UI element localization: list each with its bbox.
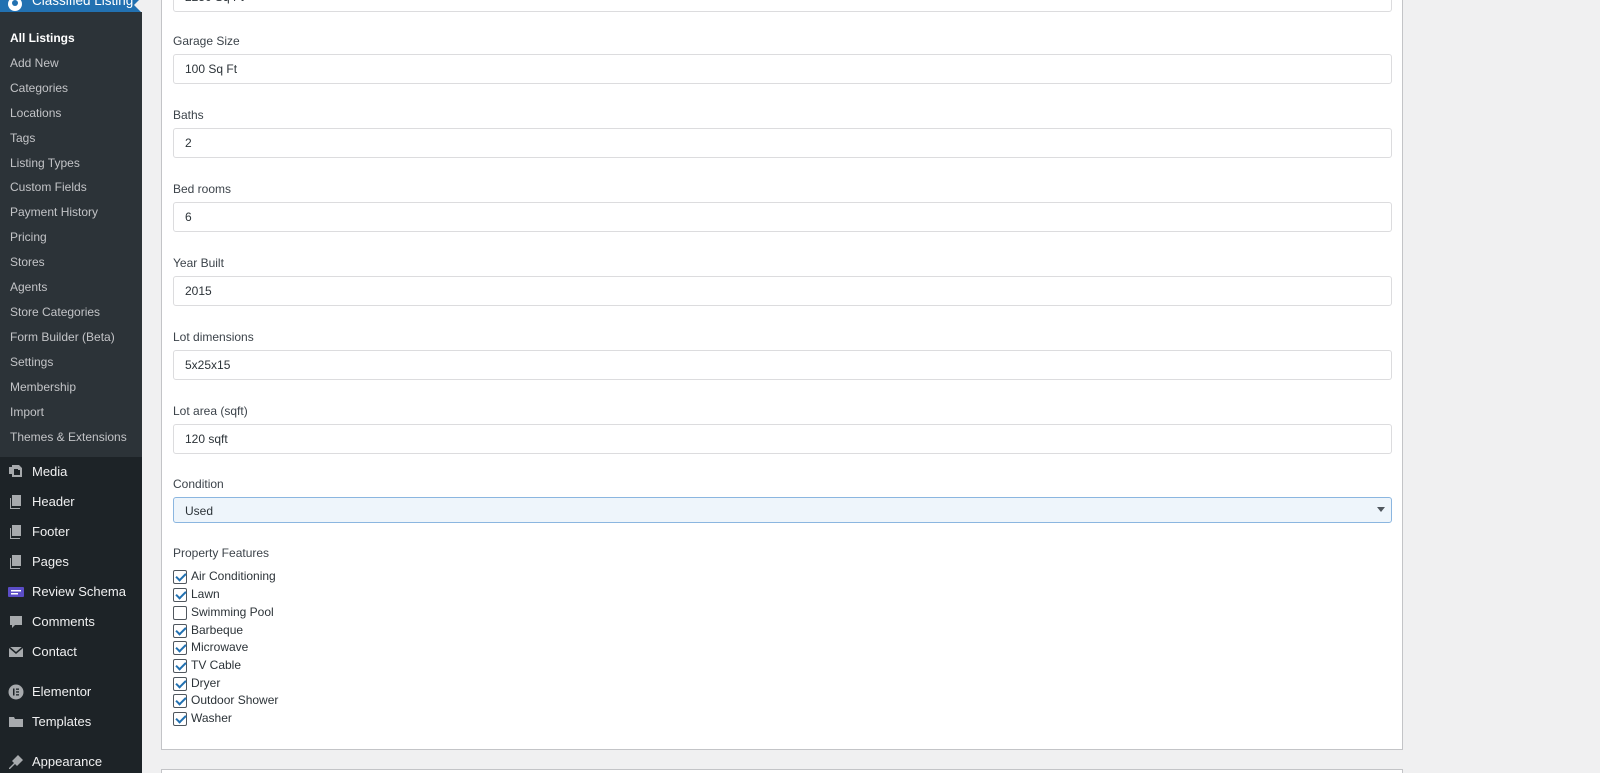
submenu-item-all-listings[interactable]: All Listings <box>10 31 75 45</box>
submenu-item-listing-types[interactable]: Listing Types <box>10 156 80 170</box>
submenu-item-pricing[interactable]: Pricing <box>10 230 47 244</box>
feature-label: Microwave <box>191 640 249 654</box>
admin-sidebar: Classified Listing All Listings Add New … <box>0 0 142 773</box>
checkbox[interactable] <box>173 588 187 602</box>
pages-icon <box>10 495 21 509</box>
checkbox[interactable] <box>173 659 187 673</box>
menu-item-label: Comments <box>32 614 95 629</box>
submenu-item-custom-fields[interactable]: Custom Fields <box>10 180 87 194</box>
submenu-item-membership[interactable]: Membership <box>10 380 76 394</box>
bed-rooms-input[interactable] <box>173 202 1392 232</box>
bed-rooms-label: Bed rooms <box>173 182 232 196</box>
mail-icon <box>8 646 24 657</box>
checkbox[interactable] <box>173 624 187 638</box>
submenu-item-store-categories[interactable]: Store Categories <box>10 305 100 319</box>
baths-label: Baths <box>173 108 204 122</box>
menu-item-review-schema[interactable]: Review Schema <box>0 579 142 605</box>
baths-input[interactable] <box>173 128 1392 158</box>
menu-item-label: Classified Listing <box>32 0 134 8</box>
media-icon <box>9 465 22 477</box>
location-pin-icon <box>8 0 22 11</box>
feature-label: Barbeque <box>191 623 244 637</box>
menu-item-label: Media <box>32 464 68 479</box>
menu-item-pages[interactable]: Pages <box>0 549 142 575</box>
feature-label: Washer <box>191 711 232 725</box>
year-built-label: Year Built <box>173 256 224 270</box>
pages-icon <box>10 555 21 569</box>
menu-item-templates[interactable]: Templates <box>0 709 142 735</box>
condition-selected-value: Used <box>185 504 214 518</box>
submenu-item-tags[interactable]: Tags <box>10 131 35 145</box>
garage-size-input[interactable] <box>173 54 1392 84</box>
menu-item-elementor[interactable]: Elementor <box>0 679 142 705</box>
checkbox[interactable] <box>173 641 187 655</box>
menu-item-label: Appearance <box>32 754 103 769</box>
checkbox[interactable] <box>173 606 187 620</box>
elementor-icon <box>8 684 24 700</box>
submenu: All Listings Add New Categories Location… <box>0 12 142 457</box>
lot-area-input[interactable] <box>173 424 1392 454</box>
submenu-item-import[interactable]: Import <box>10 405 44 419</box>
next-meta-box <box>161 769 1403 773</box>
menu-item-label: Footer <box>32 524 70 539</box>
feature-label: Air Conditioning <box>191 569 276 583</box>
chevron-down-icon <box>1377 507 1385 512</box>
comments-icon <box>10 616 22 628</box>
menu-item-label: Review Schema <box>32 584 126 599</box>
feature-label: Swimming Pool <box>191 605 274 619</box>
submenu-item-themes-extensions[interactable]: Themes & Extensions <box>10 430 127 444</box>
condition-label: Condition <box>173 477 224 491</box>
menu-item-label: Header <box>32 494 75 509</box>
menu-item-label: Elementor <box>32 684 92 699</box>
submenu-item-settings[interactable]: Settings <box>10 355 53 369</box>
submenu-item-stores[interactable]: Stores <box>10 255 45 269</box>
feature-label: Dryer <box>191 676 221 690</box>
menu-item-label: Pages <box>32 554 69 569</box>
pages-icon <box>10 525 21 539</box>
submenu-item-agents[interactable]: Agents <box>10 280 47 294</box>
folder-icon <box>9 717 23 727</box>
menu-item-label: Templates <box>32 714 92 729</box>
checkbox[interactable] <box>173 677 187 691</box>
feature-label: Outdoor Shower <box>191 693 279 707</box>
menu-item-media[interactable]: Media <box>0 459 142 485</box>
checkbox[interactable] <box>173 694 187 708</box>
review-schema-icon <box>8 587 24 597</box>
year-built-input[interactable] <box>173 276 1392 306</box>
garage-size-label: Garage Size <box>173 34 240 48</box>
lot-area-label: Lot area (sqft) <box>173 404 248 418</box>
property-features-label: Property Features <box>173 546 270 560</box>
menu-item-header[interactable]: Header <box>0 489 142 515</box>
submenu-item-locations[interactable]: Locations <box>10 106 61 120</box>
menu-item-comments[interactable]: Comments <box>0 609 142 635</box>
brush-icon <box>9 755 23 769</box>
feature-label: Lawn <box>191 587 220 601</box>
submenu-item-payment-history[interactable]: Payment History <box>10 205 98 219</box>
checkbox[interactable] <box>173 712 187 726</box>
lot-dimensions-input[interactable] <box>173 350 1392 380</box>
submenu-item-form-builder[interactable]: Form Builder (Beta) <box>10 330 115 344</box>
area-input[interactable] <box>173 0 1392 12</box>
checkbox[interactable] <box>173 570 187 584</box>
lot-dimensions-label: Lot dimensions <box>173 330 254 344</box>
submenu-item-add-new[interactable]: Add New <box>10 56 59 70</box>
feature-label: TV Cable <box>191 658 242 672</box>
menu-item-footer[interactable]: Footer <box>0 519 142 545</box>
menu-item-classified-listing[interactable]: Classified Listing <box>0 0 142 13</box>
menu-item-contact[interactable]: Contact <box>0 639 142 665</box>
menu-item-appearance[interactable]: Appearance <box>0 749 142 773</box>
submenu-item-categories[interactable]: Categories <box>10 81 68 95</box>
menu-item-label: Contact <box>32 644 77 659</box>
condition-select[interactable]: Used <box>173 497 1392 523</box>
